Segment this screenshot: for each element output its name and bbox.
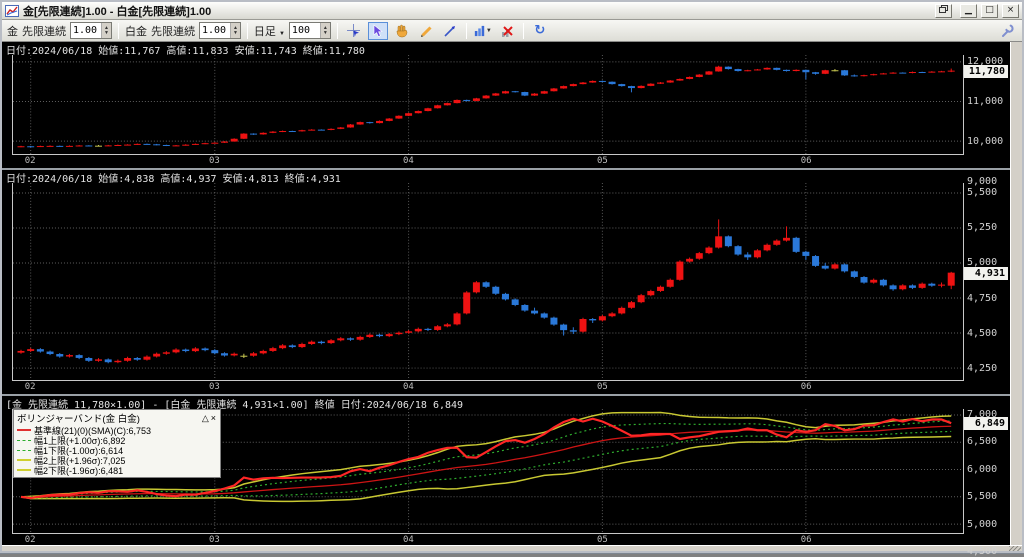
bar-count-input[interactable] (289, 23, 320, 38)
x-tick-label: 03 (209, 156, 220, 166)
y-tick-label: 5,500 (967, 491, 998, 503)
instrument1-series-label: 先限連続 (22, 25, 66, 38)
legend-collapse-icon[interactable]: △ (201, 413, 210, 423)
chart-type-dropdown-icon[interactable]: ▼ (473, 22, 493, 40)
period-dropdown[interactable]: 日足 ▼ (254, 23, 285, 39)
x-tick-label: 06 (800, 156, 812, 166)
x-tick-label: 06 (800, 382, 812, 392)
spread-panel: [金 先限連続 11,780×1.00] - [白金 先限連続 4,931×1.… (2, 394, 1010, 557)
x-tick-label: 06 (800, 535, 812, 545)
x-tick-label: 03 (209, 382, 220, 392)
x-tick-label: 05 (597, 535, 608, 545)
instrument2-multiplier-input[interactable] (199, 23, 230, 38)
float-window-button[interactable] (935, 3, 952, 18)
legend-item: 幅2下限(-1.96σ):6,481 (17, 465, 217, 476)
instrument2-series-label: 先限連続 (150, 25, 195, 38)
y-tick-label: 11,000 (967, 96, 1004, 107)
toolbar-separator (117, 22, 119, 39)
resize-grip[interactable] (1009, 546, 1021, 551)
gold-candlestick-plot[interactable] (12, 55, 964, 155)
y-tick-label: 4,500 (967, 327, 998, 339)
trendline-tool-icon[interactable] (440, 22, 460, 40)
bollinger-legend: ボリンジャーバンド(金 白金) △ × 基準線(21)(0)(SMA)(C):6… (13, 409, 221, 478)
window-title: 金[先限連続]1.00 - 白金[先限連続]1.00 (23, 5, 212, 18)
gold-panel: 日付:2024/06/18 始値:11,767 高値:11,833 安値:11,… (2, 42, 1010, 187)
toolbar: 金 先限連続 ▲▼ 白金 先限連続 ▲▼ 日足 ▼ ▲▼ (2, 20, 1022, 42)
charts-area: 日付:2024/06/18 始値:11,767 高値:11,833 安値:11,… (2, 42, 1022, 557)
toolbar-separator (465, 22, 467, 39)
bar-count-spinner[interactable]: ▲▼ (288, 22, 331, 39)
x-tick-label: 05 (597, 156, 608, 166)
instrument1-multiplier-spinner[interactable]: ▲▼ (70, 22, 112, 39)
gold-ohlc-info: 日付:2024/06/18 始値:11,767 高値:11,833 安値:11,… (6, 46, 365, 55)
select-tool-icon[interactable] (367, 21, 388, 40)
spread-y-axis: 7,000 6,500 6,000 5,500 5,000 4,500 6,849 (964, 396, 1010, 557)
legend-close-icon[interactable]: × (210, 413, 217, 423)
gold-x-axis: 02 03 04 05 06 (13, 155, 964, 168)
chart-app-icon (5, 4, 19, 17)
maximize-button[interactable]: □ (981, 3, 998, 18)
y-tick-label: 5,000 (967, 518, 998, 530)
instrument2-multiplier-spinner[interactable]: ▲▼ (198, 22, 241, 39)
y-tick-label: 4,250 (967, 362, 998, 374)
y-tick-label: 6,000 (967, 463, 998, 475)
chart-column: 日付:2024/06/18 始値:11,767 高値:11,833 安値:11,… (2, 42, 1010, 557)
hand-tool-icon[interactable] (392, 22, 412, 40)
platinum-x-axis: 02 03 04 05 06 (13, 381, 964, 394)
x-tick-label: 03 (209, 535, 220, 545)
settings-wrench-icon[interactable] (997, 22, 1017, 40)
x-tick-label: 05 (597, 382, 608, 392)
legend-line-sample-icon (17, 459, 31, 461)
instrument2-name-label: 白金 (124, 25, 147, 38)
delete-indicator-icon[interactable] (497, 22, 517, 40)
toolbar-separator (522, 22, 524, 39)
bottom-strip (2, 545, 1022, 551)
toolbar-separator (336, 22, 338, 39)
titlebar: 金[先限連続]1.00 - 白金[先限連続]1.00 ▁ □ × (2, 2, 1022, 20)
platinum-panel: 日付:2024/06/18 始値:4,838 高値:4,937 安値:4,813… (2, 168, 1010, 394)
crosshair-tool-icon[interactable] (344, 22, 364, 40)
x-tick-label: 04 (403, 156, 414, 166)
x-tick-label: 02 (24, 156, 36, 166)
y-tick-label: 10,000 (967, 136, 1004, 147)
y-tick-label: 4,500 (967, 546, 998, 557)
refresh-icon[interactable]: ↻ (530, 22, 550, 40)
right-gutter (1010, 42, 1022, 545)
spinner-arrows-icon[interactable]: ▲ ▼ (319, 23, 330, 38)
y-tick-label: 4,750 (967, 292, 998, 304)
y-tick-label: 5,250 (967, 222, 998, 234)
gold-y-axis: 12,000 11,000 10,000 9,000 11,780 (964, 42, 1010, 187)
platinum-y-axis: 5,500 5,250 5,000 4,750 4,500 4,250 4,931 (964, 170, 1010, 394)
chart-window: 金[先限連続]1.00 - 白金[先限連続]1.00 ▁ □ × 金 先限連続 … (0, 0, 1024, 557)
legend-line-sample-icon (17, 469, 31, 471)
close-button[interactable]: × (1002, 3, 1019, 18)
current-price-box: 6,849 (964, 417, 1008, 431)
y-tick-label: 6,500 (967, 436, 998, 448)
spinner-arrows-icon[interactable]: ▲ ▼ (101, 23, 111, 38)
toolbar-separator (246, 22, 248, 39)
platinum-candlestick-plot[interactable] (12, 183, 964, 381)
x-tick-label: 04 (403, 382, 414, 392)
current-price-box: 4,931 (964, 267, 1008, 281)
legend-item-label: 幅2下限(-1.96σ):6,481 (34, 465, 124, 476)
legend-line-sample-icon (17, 429, 31, 431)
x-tick-label: 02 (24, 382, 36, 392)
y-tick-label: 5,500 (967, 186, 998, 198)
instrument1-name-label: 金 (7, 25, 18, 38)
minimize-button[interactable]: ▁ (960, 3, 977, 18)
x-tick-label: 02 (24, 535, 36, 545)
pencil-tool-icon[interactable] (416, 22, 436, 40)
platinum-ohlc-info: 日付:2024/06/18 始値:4,838 高値:4,937 安値:4,813… (6, 174, 341, 183)
legend-line-sample-icon (17, 449, 31, 451)
spread-info: [金 先限連続 11,780×1.00] - [白金 先限連続 4,931×1.… (6, 400, 464, 409)
x-tick-label: 04 (403, 535, 414, 545)
instrument1-multiplier-input[interactable] (71, 23, 101, 38)
spinner-arrows-icon[interactable]: ▲ ▼ (229, 23, 240, 38)
current-price-box: 11,780 (964, 64, 1008, 78)
legend-line-sample-icon (17, 439, 31, 441)
